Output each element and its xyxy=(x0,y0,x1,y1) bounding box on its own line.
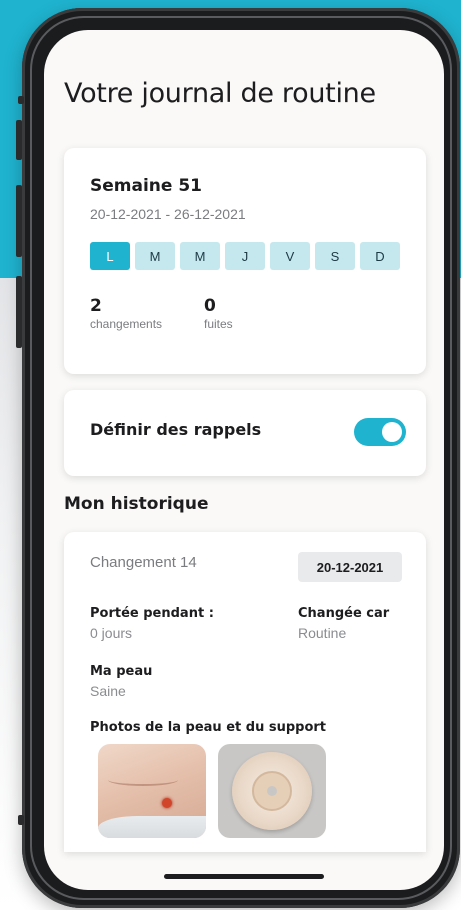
phone-side-button xyxy=(18,96,24,104)
reminders-label: Définir des rappels xyxy=(90,420,262,439)
phone-side-button xyxy=(16,276,22,348)
change-title: Changement 14 xyxy=(90,554,197,571)
skin-status: Ma peau Saine xyxy=(90,664,152,699)
day-button-tuesday[interactable]: M xyxy=(135,242,175,270)
day-button-friday[interactable]: V xyxy=(270,242,310,270)
stat-changes: 2 changements xyxy=(90,296,162,331)
reason-label: Changée car xyxy=(298,606,390,621)
page-title: Votre journal de routine xyxy=(64,78,376,109)
history-title: Mon historique xyxy=(64,494,209,514)
day-button-wednesday[interactable]: M xyxy=(180,242,220,270)
skin-photo[interactable] xyxy=(98,744,206,838)
app-screen: Votre journal de routine Semaine 51 20-1… xyxy=(44,30,444,890)
history-entry-card[interactable]: Changement 14 20-12-2021 Portée pendant … xyxy=(64,532,426,852)
week-card[interactable]: Semaine 51 20-12-2021 - 26-12-2021 L M M… xyxy=(64,148,426,374)
stat-changes-value: 2 xyxy=(90,296,102,316)
toggle-knob xyxy=(382,422,402,442)
worn-duration: Portée pendant : 0 jours xyxy=(90,606,214,641)
reminders-toggle[interactable] xyxy=(354,418,406,446)
day-button-saturday[interactable]: S xyxy=(315,242,355,270)
date-badge: 20-12-2021 xyxy=(298,552,402,582)
stat-leaks-label: fuites xyxy=(204,317,233,331)
support-hole xyxy=(267,786,277,796)
skin-value: Saine xyxy=(90,683,126,699)
day-button-monday[interactable]: L xyxy=(90,242,130,270)
week-date-range: 20-12-2021 - 26-12-2021 xyxy=(90,206,246,222)
reminders-card: Définir des rappels xyxy=(64,390,426,476)
phone-side-button xyxy=(16,185,22,257)
skin-label: Ma peau xyxy=(90,664,153,679)
support-baseplate xyxy=(232,752,312,830)
home-indicator[interactable] xyxy=(164,874,324,879)
support-photo[interactable] xyxy=(218,744,326,838)
change-reason: Changée car Routine xyxy=(298,606,389,641)
support-ring xyxy=(252,771,292,811)
stat-leaks-value: 0 xyxy=(204,296,216,316)
cloth-detail xyxy=(98,816,206,838)
week-title: Semaine 51 xyxy=(90,176,202,196)
stat-leaks: 0 fuites xyxy=(204,296,233,331)
day-selector: L M M J V S D xyxy=(90,242,400,270)
stoma-detail xyxy=(162,798,172,808)
phone-side-button xyxy=(18,815,24,825)
day-button-thursday[interactable]: J xyxy=(225,242,265,270)
stat-changes-label: changements xyxy=(90,317,163,331)
photos-label: Photos de la peau et du support xyxy=(90,720,327,735)
skin-fold-detail xyxy=(108,774,178,786)
reason-value: Routine xyxy=(298,625,347,641)
worn-label: Portée pendant : xyxy=(90,606,214,621)
worn-value: 0 jours xyxy=(90,625,133,641)
day-button-sunday[interactable]: D xyxy=(360,242,400,270)
phone-side-button xyxy=(16,120,22,160)
